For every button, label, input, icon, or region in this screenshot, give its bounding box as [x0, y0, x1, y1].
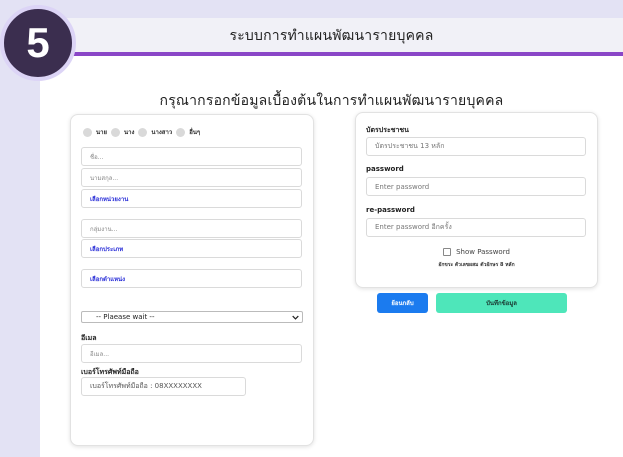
chevron-down-icon	[292, 315, 299, 320]
prefix-label-other: อื่นๆ	[189, 129, 201, 136]
prefix-radio-other[interactable]	[176, 127, 186, 137]
phone-input[interactable]: เบอร์โทรศัพท์มือถือ : 08XXXXXXXX	[81, 377, 246, 396]
form-sheet: กรุณากรอกข้อมูลเบื้องต้นในการทำแผนพัฒนาร…	[40, 56, 623, 457]
prefix-radio-group: นาย นาง นางสาว อื่นๆ	[83, 127, 204, 137]
save-button[interactable]: บันทึกข้อมูล	[436, 293, 567, 313]
last-name-placeholder: นามสกุล...	[90, 174, 119, 182]
last-name-input[interactable]: นามสกุล...	[81, 168, 302, 187]
form-title: กรุณากรอกข้อมูลเบื้องต้นในการทำแผนพัฒนาร…	[159, 93, 504, 109]
first-name-placeholder: ชื่อ...	[90, 153, 104, 161]
repassword-input[interactable]: Enter password อีกครั้ง	[366, 218, 586, 237]
agency-select[interactable]: เลือกหน่วยงาน	[81, 189, 302, 208]
show-password-checkbox[interactable]	[443, 248, 452, 256]
id-card-placeholder: บัตรประชาชน 13 หลัก	[375, 142, 445, 150]
password-hint: อักขระ ตัวเลขผสม ตัวอักษร 8 หลัก	[438, 262, 515, 268]
email-label: อีเมล	[81, 334, 97, 342]
app-title: ระบบการทำแผนพัฒนารายบุคคล	[229, 28, 434, 44]
prefix-radio-mrs[interactable]	[111, 127, 120, 137]
status-dropdown[interactable]: -- Plaease wait --	[81, 311, 303, 323]
show-password-toggle[interactable]: Show Password	[356, 248, 597, 256]
group-placeholder: กลุ่มงาน...	[90, 225, 118, 233]
show-password-label: Show Password	[456, 248, 510, 256]
position-select-label: เลือกตำแหน่ง	[90, 275, 126, 283]
password-input[interactable]: Enter password	[366, 177, 586, 196]
password-placeholder: Enter password	[375, 182, 430, 191]
status-dropdown-value: -- Plaease wait --	[96, 313, 155, 321]
id-card-label: บัตรประชาชน	[366, 126, 409, 134]
group-input[interactable]: กลุ่มงาน...	[81, 219, 302, 238]
prefix-radio-mr[interactable]	[83, 127, 92, 137]
agency-select-label: เลือกหน่วยงาน	[90, 195, 129, 203]
prefix-label-mrs: นาง	[124, 129, 135, 136]
repassword-label: re-password	[366, 206, 415, 214]
repassword-placeholder: Enter password อีกครั้ง	[375, 223, 452, 231]
position-select[interactable]: เลือกตำแหน่ง	[81, 269, 302, 288]
step-number: 5	[26, 19, 50, 66]
type-select-label: เลือกประเภท	[90, 245, 124, 253]
step-badge: 5	[0, 5, 76, 81]
password-label: password	[366, 165, 404, 173]
first-name-input[interactable]: ชื่อ...	[81, 147, 302, 166]
personal-info-panel: นาย นาง นางสาว อื่นๆ ชื่อ... นามสกุล... …	[70, 114, 314, 446]
prefix-radio-miss[interactable]	[138, 127, 148, 137]
id-card-input[interactable]: บัตรประชาชน 13 หลัก	[366, 137, 586, 156]
email-placeholder: อีเมล...	[90, 350, 110, 358]
account-panel: บัตรประชาชน บัตรประชาชน 13 หลัก password…	[355, 112, 598, 288]
email-input[interactable]: อีเมล...	[81, 344, 302, 363]
phone-placeholder: เบอร์โทรศัพท์มือถือ : 08XXXXXXXX	[90, 382, 202, 390]
back-button[interactable]: ย้อนกลับ	[377, 293, 428, 313]
app-header: ระบบการทำแผนพัฒนารายบุคคล	[40, 18, 623, 54]
prefix-label-miss: นางสาว	[151, 129, 173, 136]
type-select[interactable]: เลือกประเภท	[81, 239, 302, 258]
prefix-label-mr: นาย	[96, 129, 107, 136]
